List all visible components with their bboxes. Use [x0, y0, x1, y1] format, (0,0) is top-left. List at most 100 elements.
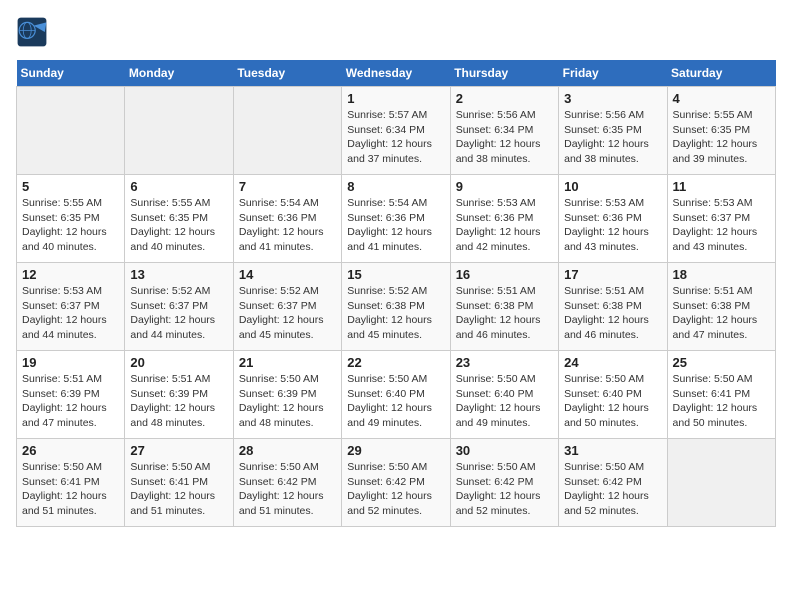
day-info: Sunrise: 5:55 AMSunset: 6:35 PMDaylight:… — [130, 196, 227, 255]
calendar-cell: 31 Sunrise: 5:50 AMSunset: 6:42 PMDayligh… — [559, 439, 667, 527]
page-header — [16, 16, 776, 48]
day-info: Sunrise: 5:51 AMSunset: 6:39 PMDaylight:… — [130, 372, 227, 431]
day-header-saturday: Saturday — [667, 60, 775, 87]
calendar-cell: 4 Sunrise: 5:55 AMSunset: 6:35 PMDaylight… — [667, 87, 775, 175]
day-number: 17 — [564, 267, 661, 282]
day-number: 21 — [239, 355, 336, 370]
calendar-cell: 25 Sunrise: 5:50 AMSunset: 6:41 PMDayligh… — [667, 351, 775, 439]
calendar-cell — [233, 87, 341, 175]
day-number: 10 — [564, 179, 661, 194]
day-info: Sunrise: 5:52 AMSunset: 6:37 PMDaylight:… — [130, 284, 227, 343]
calendar-cell: 18Sunrise: 5:51 AMSunset: 6:38 PMDayligh… — [667, 263, 775, 351]
calendar-cell: 9 Sunrise: 5:53 AMSunset: 6:36 PMDaylight… — [450, 175, 558, 263]
calendar-cell: 2 Sunrise: 5:56 AMSunset: 6:34 PMDaylight… — [450, 87, 558, 175]
day-info: Sunrise: 5:54 AMSunset: 6:36 PMDaylight:… — [347, 196, 444, 255]
day-info: Sunrise: 5:50 AMSunset: 6:41 PMDaylight:… — [22, 460, 119, 519]
calendar-cell — [17, 87, 125, 175]
day-info: Sunrise: 5:50 AMSunset: 6:39 PMDaylight:… — [239, 372, 336, 431]
day-info: Sunrise: 5:50 AMSunset: 6:40 PMDaylight:… — [564, 372, 661, 431]
calendar-cell: 27 Sunrise: 5:50 AMSunset: 6:41 PMDayligh… — [125, 439, 233, 527]
day-number: 3 — [564, 91, 661, 106]
day-info: Sunrise: 5:50 AMSunset: 6:40 PMDaylight:… — [347, 372, 444, 431]
logo — [16, 16, 52, 48]
day-number: 20 — [130, 355, 227, 370]
calendar-body: 1 Sunrise: 5:57 AMSunset: 6:34 PMDaylight… — [17, 87, 776, 527]
day-number: 23 — [456, 355, 553, 370]
day-info: Sunrise: 5:51 AMSunset: 6:39 PMDaylight:… — [22, 372, 119, 431]
calendar-cell: 19Sunrise: 5:51 AMSunset: 6:39 PMDayligh… — [17, 351, 125, 439]
day-number: 1 — [347, 91, 444, 106]
day-header-wednesday: Wednesday — [342, 60, 450, 87]
day-number: 14 — [239, 267, 336, 282]
day-header-monday: Monday — [125, 60, 233, 87]
day-number: 2 — [456, 91, 553, 106]
day-info: Sunrise: 5:51 AMSunset: 6:38 PMDaylight:… — [564, 284, 661, 343]
calendar-cell: 13 Sunrise: 5:52 AMSunset: 6:37 PMDayligh… — [125, 263, 233, 351]
calendar-cell: 6 Sunrise: 5:55 AMSunset: 6:35 PMDaylight… — [125, 175, 233, 263]
day-number: 25 — [673, 355, 770, 370]
day-info: Sunrise: 5:51 AMSunset: 6:38 PMDaylight:… — [456, 284, 553, 343]
calendar-cell: 8 Sunrise: 5:54 AMSunset: 6:36 PMDaylight… — [342, 175, 450, 263]
day-info: Sunrise: 5:50 AMSunset: 6:41 PMDaylight:… — [673, 372, 770, 431]
day-info: Sunrise: 5:53 AMSunset: 6:36 PMDaylight:… — [456, 196, 553, 255]
day-number: 8 — [347, 179, 444, 194]
day-number: 13 — [130, 267, 227, 282]
calendar-cell: 28Sunrise: 5:50 AMSunset: 6:42 PMDayligh… — [233, 439, 341, 527]
day-info: Sunrise: 5:50 AMSunset: 6:42 PMDaylight:… — [456, 460, 553, 519]
day-info: Sunrise: 5:53 AMSunset: 6:36 PMDaylight:… — [564, 196, 661, 255]
day-info: Sunrise: 5:54 AMSunset: 6:36 PMDaylight:… — [239, 196, 336, 255]
calendar-cell: 15Sunrise: 5:52 AMSunset: 6:38 PMDayligh… — [342, 263, 450, 351]
day-number: 30 — [456, 443, 553, 458]
day-info: Sunrise: 5:57 AMSunset: 6:34 PMDaylight:… — [347, 108, 444, 167]
day-info: Sunrise: 5:56 AMSunset: 6:34 PMDaylight:… — [456, 108, 553, 167]
calendar-cell: 12Sunrise: 5:53 AMSunset: 6:37 PMDayligh… — [17, 263, 125, 351]
calendar-cell: 1 Sunrise: 5:57 AMSunset: 6:34 PMDaylight… — [342, 87, 450, 175]
calendar-cell: 24 Sunrise: 5:50 AMSunset: 6:40 PMDayligh… — [559, 351, 667, 439]
day-number: 18 — [673, 267, 770, 282]
day-number: 27 — [130, 443, 227, 458]
calendar-cell: 20 Sunrise: 5:51 AMSunset: 6:39 PMDayligh… — [125, 351, 233, 439]
calendar-cell: 21 Sunrise: 5:50 AMSunset: 6:39 PMDayligh… — [233, 351, 341, 439]
calendar-cell: 14 Sunrise: 5:52 AMSunset: 6:37 PMDayligh… — [233, 263, 341, 351]
day-number: 7 — [239, 179, 336, 194]
day-number: 26 — [22, 443, 119, 458]
logo-icon — [16, 16, 48, 48]
day-info: Sunrise: 5:55 AMSunset: 6:35 PMDaylight:… — [22, 196, 119, 255]
calendar-cell: 11Sunrise: 5:53 AMSunset: 6:37 PMDayligh… — [667, 175, 775, 263]
calendar-cell: 26 Sunrise: 5:50 AMSunset: 6:41 PMDayligh… — [17, 439, 125, 527]
day-info: Sunrise: 5:52 AMSunset: 6:37 PMDaylight:… — [239, 284, 336, 343]
day-number: 15 — [347, 267, 444, 282]
day-number: 22 — [347, 355, 444, 370]
day-info: Sunrise: 5:53 AMSunset: 6:37 PMDaylight:… — [22, 284, 119, 343]
day-number: 16 — [456, 267, 553, 282]
calendar-cell: 23 Sunrise: 5:50 AMSunset: 6:40 PMDayligh… — [450, 351, 558, 439]
day-number: 4 — [673, 91, 770, 106]
day-number: 31 — [564, 443, 661, 458]
day-number: 24 — [564, 355, 661, 370]
day-header-friday: Friday — [559, 60, 667, 87]
calendar-cell: 3 Sunrise: 5:56 AMSunset: 6:35 PMDaylight… — [559, 87, 667, 175]
calendar-week-5: 26 Sunrise: 5:50 AMSunset: 6:41 PMDayligh… — [17, 439, 776, 527]
calendar-cell: 29Sunrise: 5:50 AMSunset: 6:42 PMDayligh… — [342, 439, 450, 527]
day-number: 5 — [22, 179, 119, 194]
day-info: Sunrise: 5:50 AMSunset: 6:42 PMDaylight:… — [564, 460, 661, 519]
day-header-thursday: Thursday — [450, 60, 558, 87]
calendar-cell: 10 Sunrise: 5:53 AMSunset: 6:36 PMDayligh… — [559, 175, 667, 263]
calendar-week-2: 5 Sunrise: 5:55 AMSunset: 6:35 PMDaylight… — [17, 175, 776, 263]
day-info: Sunrise: 5:56 AMSunset: 6:35 PMDaylight:… — [564, 108, 661, 167]
calendar-cell — [125, 87, 233, 175]
calendar-week-1: 1 Sunrise: 5:57 AMSunset: 6:34 PMDaylight… — [17, 87, 776, 175]
calendar-cell: 16 Sunrise: 5:51 AMSunset: 6:38 PMDayligh… — [450, 263, 558, 351]
day-info: Sunrise: 5:53 AMSunset: 6:37 PMDaylight:… — [673, 196, 770, 255]
calendar-table: SundayMondayTuesdayWednesdayThursdayFrid… — [16, 60, 776, 527]
calendar-week-3: 12Sunrise: 5:53 AMSunset: 6:37 PMDayligh… — [17, 263, 776, 351]
day-number: 6 — [130, 179, 227, 194]
day-number: 29 — [347, 443, 444, 458]
day-info: Sunrise: 5:55 AMSunset: 6:35 PMDaylight:… — [673, 108, 770, 167]
day-number: 28 — [239, 443, 336, 458]
day-info: Sunrise: 5:50 AMSunset: 6:40 PMDaylight:… — [456, 372, 553, 431]
day-header-tuesday: Tuesday — [233, 60, 341, 87]
calendar-cell: 22 Sunrise: 5:50 AMSunset: 6:40 PMDayligh… — [342, 351, 450, 439]
day-number: 9 — [456, 179, 553, 194]
day-info: Sunrise: 5:50 AMSunset: 6:41 PMDaylight:… — [130, 460, 227, 519]
